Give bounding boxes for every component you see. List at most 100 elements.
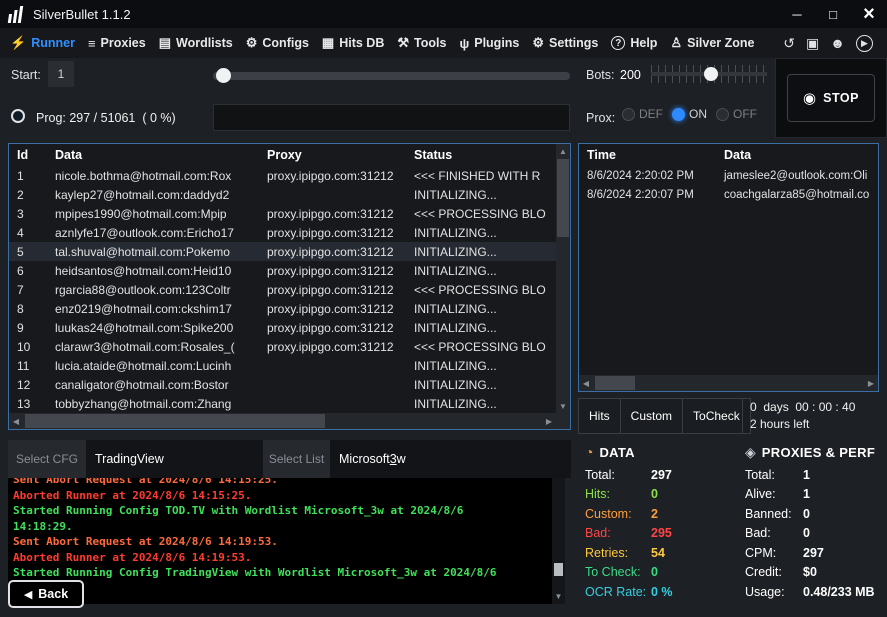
scrollbar-thumb[interactable] bbox=[554, 563, 563, 576]
stop-button[interactable]: ◉ STOP bbox=[787, 74, 875, 122]
stats-panel: ◔ DATA Total:297 Hits:0 Custom:2 Bad:295… bbox=[578, 438, 887, 617]
col-header-status[interactable]: Status bbox=[406, 148, 556, 162]
scroll-left-icon[interactable]: ◀ bbox=[579, 375, 593, 391]
tools-icon: ⚒ bbox=[397, 35, 409, 51]
prox-label: Prox: bbox=[586, 111, 615, 125]
record-circle-icon: ◉ bbox=[803, 89, 816, 107]
nav-hits-db[interactable]: ▦ Hits DB bbox=[322, 35, 384, 51]
nav-tools[interactable]: ⚒ Tools bbox=[397, 35, 446, 51]
grid-row[interactable]: 2kaylep27@hotmail.com:daddyd2INITIALIZIN… bbox=[9, 185, 556, 204]
select-config-button[interactable]: Select CFG bbox=[8, 440, 86, 478]
data-stats-title: DATA bbox=[599, 445, 634, 460]
grid-row[interactable]: 10clarawr3@hotmail.com:Rosales_(proxy.ip… bbox=[9, 337, 556, 356]
history-icon[interactable]: ↺ bbox=[783, 35, 795, 52]
col-header-data[interactable]: Data bbox=[47, 148, 259, 162]
database-icon: ▦ bbox=[322, 35, 334, 51]
nav-silver-zone[interactable]: ♙ Silver Zone bbox=[670, 35, 754, 51]
grid-row[interactable]: 8enz0219@hotmail.com:ckshim17proxy.ipipg… bbox=[9, 299, 556, 318]
stat-credit: Credit:$0 bbox=[745, 563, 885, 583]
configs-gear-icon: ⚙ bbox=[246, 35, 258, 51]
hits-horizontal-scrollbar[interactable]: ◀ ▶ bbox=[579, 375, 878, 391]
grid-row[interactable]: 12canaligator@hotmail.com:BostorINITIALI… bbox=[9, 375, 556, 394]
screenshot-camera-icon[interactable]: ▣ bbox=[806, 35, 819, 52]
person-icon: ♙ bbox=[670, 35, 682, 51]
start-slider-thumb[interactable] bbox=[216, 68, 231, 83]
proxies-icon: ≡ bbox=[88, 36, 96, 51]
maximize-button[interactable]: □ bbox=[815, 0, 851, 28]
select-wordlist-button[interactable]: Select List bbox=[263, 440, 330, 478]
data-stats-section: ◔ DATA Total:297 Hits:0 Custom:2 Bad:295… bbox=[585, 442, 740, 602]
start-slider[interactable] bbox=[213, 72, 570, 80]
grid-row[interactable]: 11lucia.ataide@hotmail.com:LucinhINITIAL… bbox=[9, 356, 556, 375]
scrollbar-corner bbox=[556, 413, 570, 429]
discord-icon[interactable]: ☻ bbox=[830, 35, 845, 51]
nav-plugins[interactable]: ψ Plugins bbox=[459, 36, 519, 51]
close-button[interactable]: × bbox=[851, 0, 887, 28]
scroll-down-icon[interactable]: ▼ bbox=[556, 399, 570, 413]
grid-row[interactable]: 6heidsantos@hotmail.com:Heid10proxy.ipip… bbox=[9, 261, 556, 280]
log-scrollbar[interactable]: ▼ bbox=[552, 478, 565, 604]
scroll-left-icon[interactable]: ◀ bbox=[9, 413, 23, 429]
nav-runner[interactable]: ⚡ Runner bbox=[10, 35, 75, 51]
nav-wordlists[interactable]: ▤ Wordlists bbox=[159, 35, 233, 51]
title-bar: SilverBullet 1.1.2 ─ □ × bbox=[0, 0, 887, 28]
grid-row[interactable]: 3mpipes1990@hotmail.com:Mpipproxy.ipipgo… bbox=[9, 204, 556, 223]
radio-icon bbox=[716, 108, 729, 121]
pie-chart-icon: ◔ bbox=[585, 444, 593, 460]
grid-row[interactable]: 7rgarcia88@outlook.com:123Coltrproxy.ipi… bbox=[9, 280, 556, 299]
proxy-mode-group: DEF ON OFF bbox=[622, 107, 757, 121]
time-left: 2 hours left bbox=[750, 416, 887, 433]
nav-settings[interactable]: ⚙ Settings bbox=[532, 35, 598, 51]
proxy-mode-on[interactable]: ON bbox=[672, 107, 707, 121]
stat-ocr-rate: OCR Rate:0 % bbox=[585, 582, 740, 602]
radio-icon-selected bbox=[672, 108, 685, 121]
grid-horizontal-scrollbar[interactable]: ◀ ▶ bbox=[9, 413, 556, 429]
scroll-up-icon[interactable]: ▲ bbox=[556, 144, 570, 158]
col-header-time[interactable]: Time bbox=[579, 148, 716, 162]
scrollbar-thumb[interactable] bbox=[25, 414, 325, 428]
hit-tabs: Hits Custom ToCheck bbox=[578, 398, 750, 434]
grid-row[interactable]: 9luukas24@hotmail.com:Spike200proxy.ipip… bbox=[9, 318, 556, 337]
tab-hits[interactable]: Hits bbox=[578, 398, 621, 434]
proxy-mode-def[interactable]: DEF bbox=[622, 107, 663, 121]
perf-icon: ◈ bbox=[745, 444, 756, 461]
nav-proxies[interactable]: ≡ Proxies bbox=[88, 36, 146, 51]
bots-label: Bots: bbox=[586, 68, 615, 82]
proxy-mode-off[interactable]: OFF bbox=[716, 107, 757, 121]
scrollbar-thumb[interactable] bbox=[595, 376, 635, 390]
back-button[interactable]: ◀ Back bbox=[8, 580, 84, 608]
nav-help[interactable]: ? Help bbox=[611, 36, 657, 50]
nav-configs[interactable]: ⚙ Configs bbox=[246, 35, 309, 51]
stat-usage: Usage:0.48/233 MB bbox=[745, 582, 885, 602]
stat-custom: Custom:2 bbox=[585, 504, 740, 524]
selected-config-value: TradingView bbox=[86, 440, 263, 478]
proxies-stats-title: PROXIES & PERF bbox=[762, 445, 875, 460]
col-header-id[interactable]: Id bbox=[9, 148, 47, 162]
grid-vertical-scrollbar[interactable]: ▲ ▼ bbox=[556, 144, 570, 413]
scroll-right-icon[interactable]: ▶ bbox=[864, 375, 878, 391]
grid-row[interactable]: 1nicole.bothma@hotmail.com:Roxproxy.ipip… bbox=[9, 166, 556, 185]
minimize-button[interactable]: ─ bbox=[779, 0, 815, 28]
hit-row[interactable]: 8/6/2024 2:20:07 PMcoachgalarza85@hotmai… bbox=[579, 185, 878, 204]
grid-row[interactable]: 4aznlyfe17@outlook.com:Ericho17proxy.ipi… bbox=[9, 223, 556, 242]
log-line: Started Running Config TOD.TV with Wordl… bbox=[13, 503, 518, 534]
start-label: Start: bbox=[11, 68, 41, 82]
scroll-right-icon[interactable]: ▶ bbox=[542, 413, 556, 429]
bots-slider[interactable] bbox=[651, 63, 767, 85]
grid-row-selected[interactable]: 5tal.shuval@hotmail.com:Pokemoproxy.ipip… bbox=[9, 242, 556, 261]
stat-hits: Hits:0 bbox=[585, 485, 740, 505]
tab-tocheck[interactable]: ToCheck bbox=[682, 398, 751, 434]
col-header-data[interactable]: Data bbox=[716, 148, 878, 162]
scroll-down-icon[interactable]: ▼ bbox=[552, 590, 565, 602]
app-logo-icon bbox=[8, 6, 23, 23]
proxies-stats-section: ◈ PROXIES & PERF Total:1 Alive:1 Banned:… bbox=[745, 442, 885, 602]
col-header-proxy[interactable]: Proxy bbox=[259, 148, 406, 162]
telegram-icon[interactable]: ▶ bbox=[856, 35, 873, 52]
grid-row[interactable]: 13tobbyzhang@hotmail.com:ZhangINITIALIZI… bbox=[9, 394, 556, 413]
hits-header: Time Data bbox=[579, 144, 878, 166]
scrollbar-thumb[interactable] bbox=[557, 159, 569, 237]
stat-tocheck: To Check:0 bbox=[585, 563, 740, 583]
tab-custom[interactable]: Custom bbox=[620, 398, 683, 434]
start-input[interactable]: 1 bbox=[48, 61, 74, 87]
hit-row[interactable]: 8/6/2024 2:20:02 PMjameslee2@outlook.com… bbox=[579, 166, 878, 185]
